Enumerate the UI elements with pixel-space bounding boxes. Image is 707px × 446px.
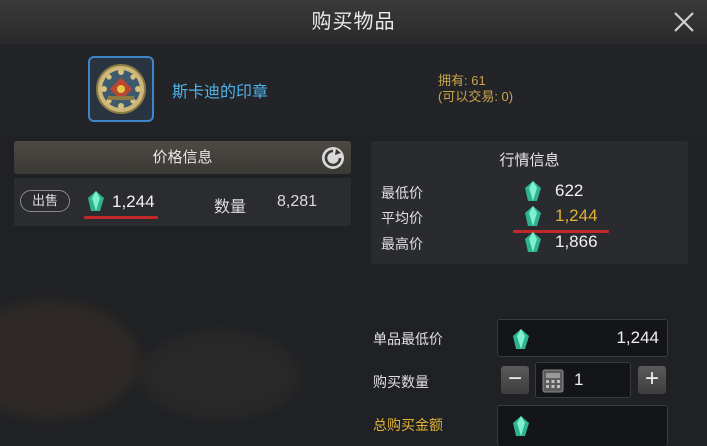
min-price-label: 最低价 (381, 185, 423, 201)
gem-icon (513, 329, 529, 349)
increase-quantity-button[interactable]: + (638, 366, 666, 394)
item-name: 斯卡迪的印章 (172, 84, 269, 101)
price-underline (84, 216, 158, 219)
unit-min-price-value: 1,244 (616, 328, 659, 347)
owned-count: 拥有: 61 (可以交易: 0) (438, 73, 513, 105)
quantity-value: 8,281 (277, 193, 318, 210)
item-info: 斯卡迪的印章 拥有: 61 (可以交易: 0) (0, 44, 707, 136)
unit-min-price-field: 1,244 (497, 319, 668, 357)
unit-min-price-label: 单品最低价 (373, 331, 443, 347)
gem-icon (525, 206, 541, 226)
sell-badge: 出售 (20, 190, 70, 212)
max-price-value: 1,866 (555, 232, 598, 251)
item-icon-frame[interactable] (88, 56, 154, 122)
seal-emblem-icon (96, 64, 146, 114)
close-icon (674, 12, 694, 32)
max-price-label: 最高价 (381, 236, 423, 252)
total-amount-field (497, 405, 668, 446)
background-blur (0, 300, 140, 420)
gem-icon (525, 232, 541, 252)
price-value: 1,244 (112, 192, 155, 211)
buy-quantity-label: 购买数量 (373, 374, 429, 390)
gem-icon (525, 181, 541, 201)
quantity-input[interactable]: 1 (535, 362, 631, 398)
price-info-title: 价格信息 (152, 149, 213, 166)
market-info-title: 行情信息 (499, 152, 560, 169)
title-bar: 购买物品 (0, 0, 707, 45)
avg-price-label: 平均价 (381, 210, 423, 226)
tradable-label: (可以交易: 0) (438, 89, 514, 104)
owned-label: 拥有: 61 (438, 73, 486, 88)
close-button[interactable] (669, 7, 699, 37)
total-amount-label: 总购买金额 (373, 417, 443, 433)
quantity-input-value: 1 (574, 370, 584, 389)
calculator-icon[interactable] (542, 369, 564, 393)
price-info-header: 价格信息 (14, 141, 351, 174)
market-info-panel: 行情信息 最低价 622 平均价 1,244 最高价 1,866 (371, 141, 688, 264)
decrease-quantity-button[interactable]: − (501, 366, 529, 394)
gem-icon (88, 191, 104, 211)
background-blur (140, 330, 300, 420)
min-price-value: 622 (555, 181, 584, 200)
refresh-icon (322, 147, 344, 169)
dialog-title: 购买物品 (311, 11, 396, 33)
price-list-row[interactable]: 出售 1,244 数量 8,281 (14, 178, 351, 226)
refresh-button[interactable] (321, 146, 345, 170)
avg-price-value: 1,244 (555, 206, 598, 225)
quantity-label: 数量 (214, 199, 247, 216)
gem-icon (513, 416, 529, 436)
